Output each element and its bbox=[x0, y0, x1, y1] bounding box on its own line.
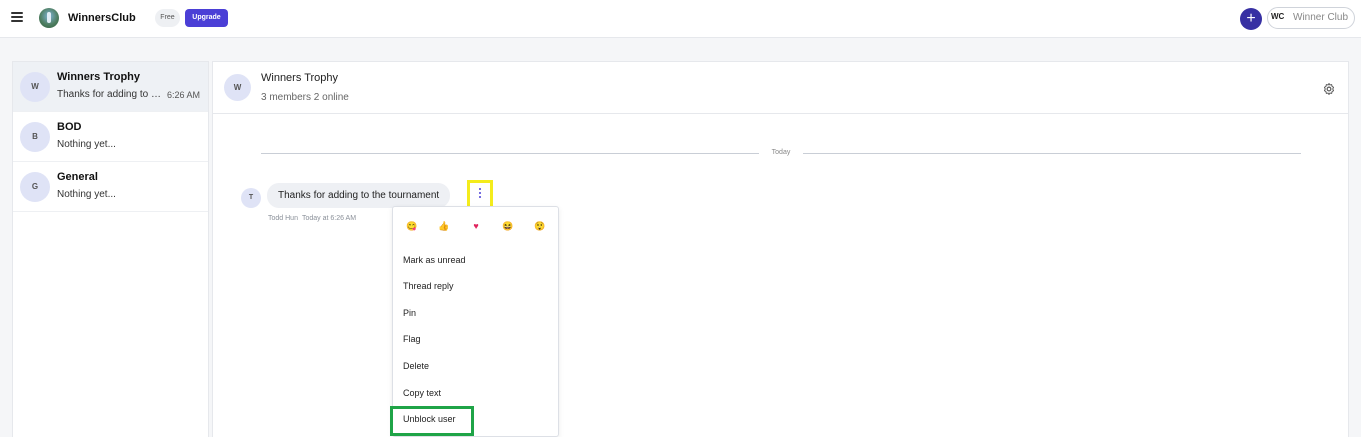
menu-item-delete[interactable]: Delete bbox=[403, 361, 429, 371]
new-chat-button[interactable]: + bbox=[1240, 8, 1262, 30]
channel-preview: Nothing yet... bbox=[57, 139, 116, 150]
kebab-dot-icon bbox=[479, 192, 481, 194]
kebab-dot-icon bbox=[479, 196, 481, 198]
heart-emoji-icon[interactable]: ♥ bbox=[469, 219, 483, 233]
channel-title: General bbox=[57, 171, 98, 183]
channel-title: Winners Trophy bbox=[57, 71, 141, 83]
channel-item-bod[interactable]: B BOD Nothing yet... bbox=[13, 112, 208, 162]
plan-badge: Free bbox=[155, 9, 180, 27]
settings-gear-icon[interactable] bbox=[1322, 82, 1336, 96]
message-context-menu: 😋 👍 ♥ 😆 😲 Mark as unread Thread reply Pi… bbox=[390, 206, 559, 437]
conversation-member-count: 3 members 2 online bbox=[261, 92, 349, 103]
grinning-face-emoji-icon[interactable]: 😋 bbox=[405, 219, 419, 233]
laughing-face-emoji-icon[interactable]: 😆 bbox=[501, 219, 515, 233]
channel-item-general[interactable]: G General Nothing yet... bbox=[13, 162, 208, 212]
message-bubble[interactable]: Thanks for adding to the tournament bbox=[267, 183, 451, 208]
menu-item-pin[interactable]: Pin bbox=[403, 308, 416, 318]
reaction-bar: 😋 👍 ♥ 😆 😲 bbox=[393, 219, 558, 237]
user-name: Winner Club bbox=[1293, 12, 1349, 23]
menu-item-copy-text[interactable]: Copy text bbox=[403, 388, 441, 398]
surprised-face-emoji-icon[interactable]: 😲 bbox=[533, 219, 547, 233]
date-divider-line-right bbox=[803, 153, 1301, 154]
message-author-avatar: T bbox=[241, 188, 261, 208]
user-initials: WC bbox=[1271, 12, 1285, 21]
hamburger-menu-icon[interactable] bbox=[11, 12, 23, 22]
channel-preview: Thanks for adding to the tournament bbox=[57, 89, 163, 100]
channel-avatar: W bbox=[20, 72, 50, 102]
app-logo bbox=[39, 8, 59, 28]
channel-preview: Nothing yet... bbox=[57, 189, 116, 200]
conversation-avatar: W bbox=[224, 74, 251, 101]
channel-title: BOD bbox=[57, 121, 82, 133]
upgrade-button[interactable]: Upgrade bbox=[185, 9, 228, 27]
conversation-panel: W Winners Trophy 3 members 2 online Toda… bbox=[212, 61, 1349, 437]
thumbs-up-emoji-icon[interactable]: 👍 bbox=[437, 219, 451, 233]
channel-avatar: G bbox=[20, 172, 50, 202]
kebab-dot-icon bbox=[479, 188, 481, 190]
menu-item-mark-as-unread[interactable]: Mark as unread bbox=[403, 255, 466, 265]
date-divider-line-left bbox=[261, 153, 759, 154]
app-brand-name: WinnersClub bbox=[68, 12, 136, 24]
channel-time: 6:26 AM bbox=[167, 90, 201, 100]
menu-item-thread-reply[interactable]: Thread reply bbox=[403, 281, 454, 291]
message-timestamp: Today at 6:26 AM bbox=[301, 215, 357, 222]
top-bar: WinnersClub Free Upgrade + WC Winner Clu… bbox=[0, 0, 1361, 38]
channel-avatar: B bbox=[20, 122, 50, 152]
conversation-header: W Winners Trophy 3 members 2 online bbox=[213, 62, 1348, 114]
conversation-title: Winners Trophy bbox=[261, 72, 339, 84]
message-meta: Todd Hun Today at 6:26 AM bbox=[268, 215, 360, 222]
channel-item-winners-trophy[interactable]: W Winners Trophy Thanks for adding to th… bbox=[13, 62, 208, 112]
menu-item-flag[interactable]: Flag bbox=[403, 334, 421, 344]
channel-list: W Winners Trophy Thanks for adding to th… bbox=[12, 61, 209, 437]
date-divider: Today bbox=[771, 149, 791, 156]
menu-item-unblock-user[interactable]: Unblock user bbox=[403, 414, 456, 424]
user-menu-button[interactable]: WC Winner Club bbox=[1267, 7, 1355, 29]
message-author: Todd Hun bbox=[268, 215, 298, 222]
